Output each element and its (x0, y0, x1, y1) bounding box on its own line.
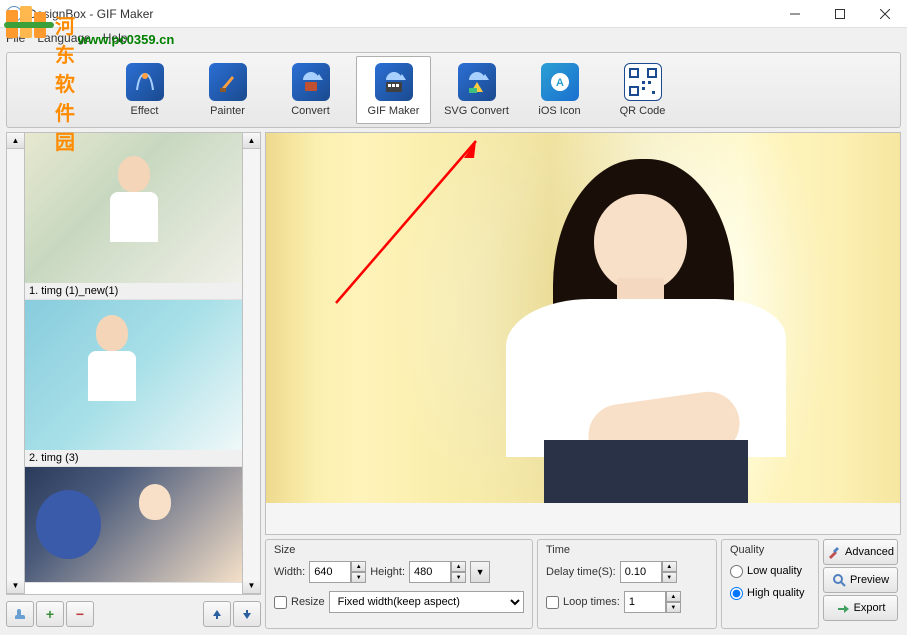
quality-group: Quality Low quality High quality (721, 539, 819, 629)
tool-qrcode[interactable]: QR Code (605, 56, 680, 124)
thumbnail-label: 2. timg (3) (25, 450, 242, 466)
time-legend: Time (546, 544, 708, 556)
loop-spin-down[interactable]: ▼ (666, 602, 681, 613)
delay-label: Delay time(S): (546, 566, 616, 578)
magnifier-icon (832, 573, 846, 587)
effect-icon (126, 63, 164, 101)
scrollbar-track[interactable] (7, 149, 24, 578)
time-group: Time Delay time(S): ▲▼ Loop times: ▲▼ (537, 539, 717, 629)
size-group: Size Width: ▲▼ Height: ▲▼ ▼ (265, 539, 533, 629)
scroll-up-button[interactable]: ▲ (243, 133, 260, 149)
loop-input[interactable] (624, 591, 666, 613)
svgconvert-icon (458, 63, 496, 101)
advanced-button[interactable]: Advanced (823, 539, 898, 565)
low-quality-label: Low quality (747, 565, 802, 577)
delay-input[interactable] (620, 561, 662, 583)
preview-pane (265, 132, 901, 535)
scroll-up-button[interactable]: ▲ (7, 133, 24, 149)
width-spin-down[interactable]: ▼ (351, 572, 366, 583)
thumbnail-item[interactable]: 1. timg (1)_new(1) (25, 133, 242, 300)
tool-effect[interactable]: Effect (107, 56, 182, 124)
width-label: Width: (274, 566, 305, 578)
thumbnail-label: 1. timg (1)_new(1) (25, 283, 242, 299)
low-quality-radio[interactable] (730, 565, 743, 578)
resize-mode-select[interactable]: Fixed width(keep aspect) (329, 591, 524, 613)
tool-iosicon[interactable]: A iOS Icon (522, 56, 597, 124)
convert-icon (292, 63, 330, 101)
menu-help[interactable]: Help (103, 31, 128, 45)
move-up-button[interactable] (203, 601, 231, 627)
delay-spin-up[interactable]: ▲ (662, 561, 677, 572)
remove-button[interactable]: − (66, 601, 94, 627)
window-title: DesignBox - GIF Maker (28, 7, 153, 21)
high-quality-radio[interactable] (730, 587, 743, 600)
tool-svgconvert[interactable]: SVG Convert (439, 56, 514, 124)
size-preset-dropdown[interactable]: ▼ (470, 561, 490, 583)
width-input[interactable] (309, 561, 351, 583)
height-input[interactable] (409, 561, 451, 583)
gifmaker-icon (375, 63, 413, 101)
tool-gifmaker[interactable]: GIF Maker (356, 56, 431, 124)
menu-language[interactable]: Language (37, 31, 90, 45)
thumbnail-image (25, 300, 242, 450)
scrollbar-track[interactable] (243, 149, 260, 578)
quality-legend: Quality (730, 544, 810, 556)
high-quality-label: High quality (747, 587, 804, 599)
preview-image (266, 133, 900, 503)
size-legend: Size (274, 544, 524, 556)
width-spin-up[interactable]: ▲ (351, 561, 366, 572)
export-button[interactable]: Export (823, 595, 898, 621)
scroll-down-button[interactable]: ▼ (7, 578, 24, 594)
thumbnail-item[interactable]: 2. timg (3) (25, 300, 242, 467)
height-spin-up[interactable]: ▲ (451, 561, 466, 572)
height-spin-down[interactable]: ▼ (451, 572, 466, 583)
maximize-button[interactable] (817, 0, 862, 28)
menubar: File Language Help (0, 28, 907, 48)
minimize-button[interactable] (772, 0, 817, 28)
qrcode-icon (624, 63, 662, 101)
svg-text:A: A (556, 77, 564, 89)
height-label: Height: (370, 566, 405, 578)
titlebar: DesignBox - GIF Maker (0, 0, 907, 28)
preview-button[interactable]: Preview (823, 567, 898, 593)
thumbnail-list: ▲ ▼ 1. timg (1)_new(1) 2. timg (3) (6, 132, 261, 595)
tool-painter[interactable]: Painter (190, 56, 265, 124)
move-down-button[interactable] (233, 601, 261, 627)
resize-checkbox[interactable] (274, 596, 287, 609)
tools-icon (827, 545, 841, 559)
delay-spin-down[interactable]: ▼ (662, 572, 677, 583)
hand-button[interactable] (6, 601, 34, 627)
resize-label: Resize (291, 596, 325, 608)
thumbnail-item[interactable] (25, 467, 242, 583)
thumbnail-image (25, 133, 242, 283)
scroll-down-button[interactable]: ▼ (243, 578, 260, 594)
loop-spin-up[interactable]: ▲ (666, 591, 681, 602)
menu-file[interactable]: File (6, 31, 25, 45)
loop-label: Loop times: (563, 596, 620, 608)
export-icon (836, 601, 850, 615)
tool-convert[interactable]: Convert (273, 56, 348, 124)
toolbar: Effect Painter Convert GIF Maker SVG Con… (6, 52, 901, 128)
painter-icon (209, 63, 247, 101)
close-button[interactable] (862, 0, 907, 28)
app-icon (6, 6, 22, 22)
add-button[interactable]: + (36, 601, 64, 627)
iosicon-icon: A (541, 63, 579, 101)
thumbnail-image (25, 467, 242, 582)
loop-checkbox[interactable] (546, 596, 559, 609)
